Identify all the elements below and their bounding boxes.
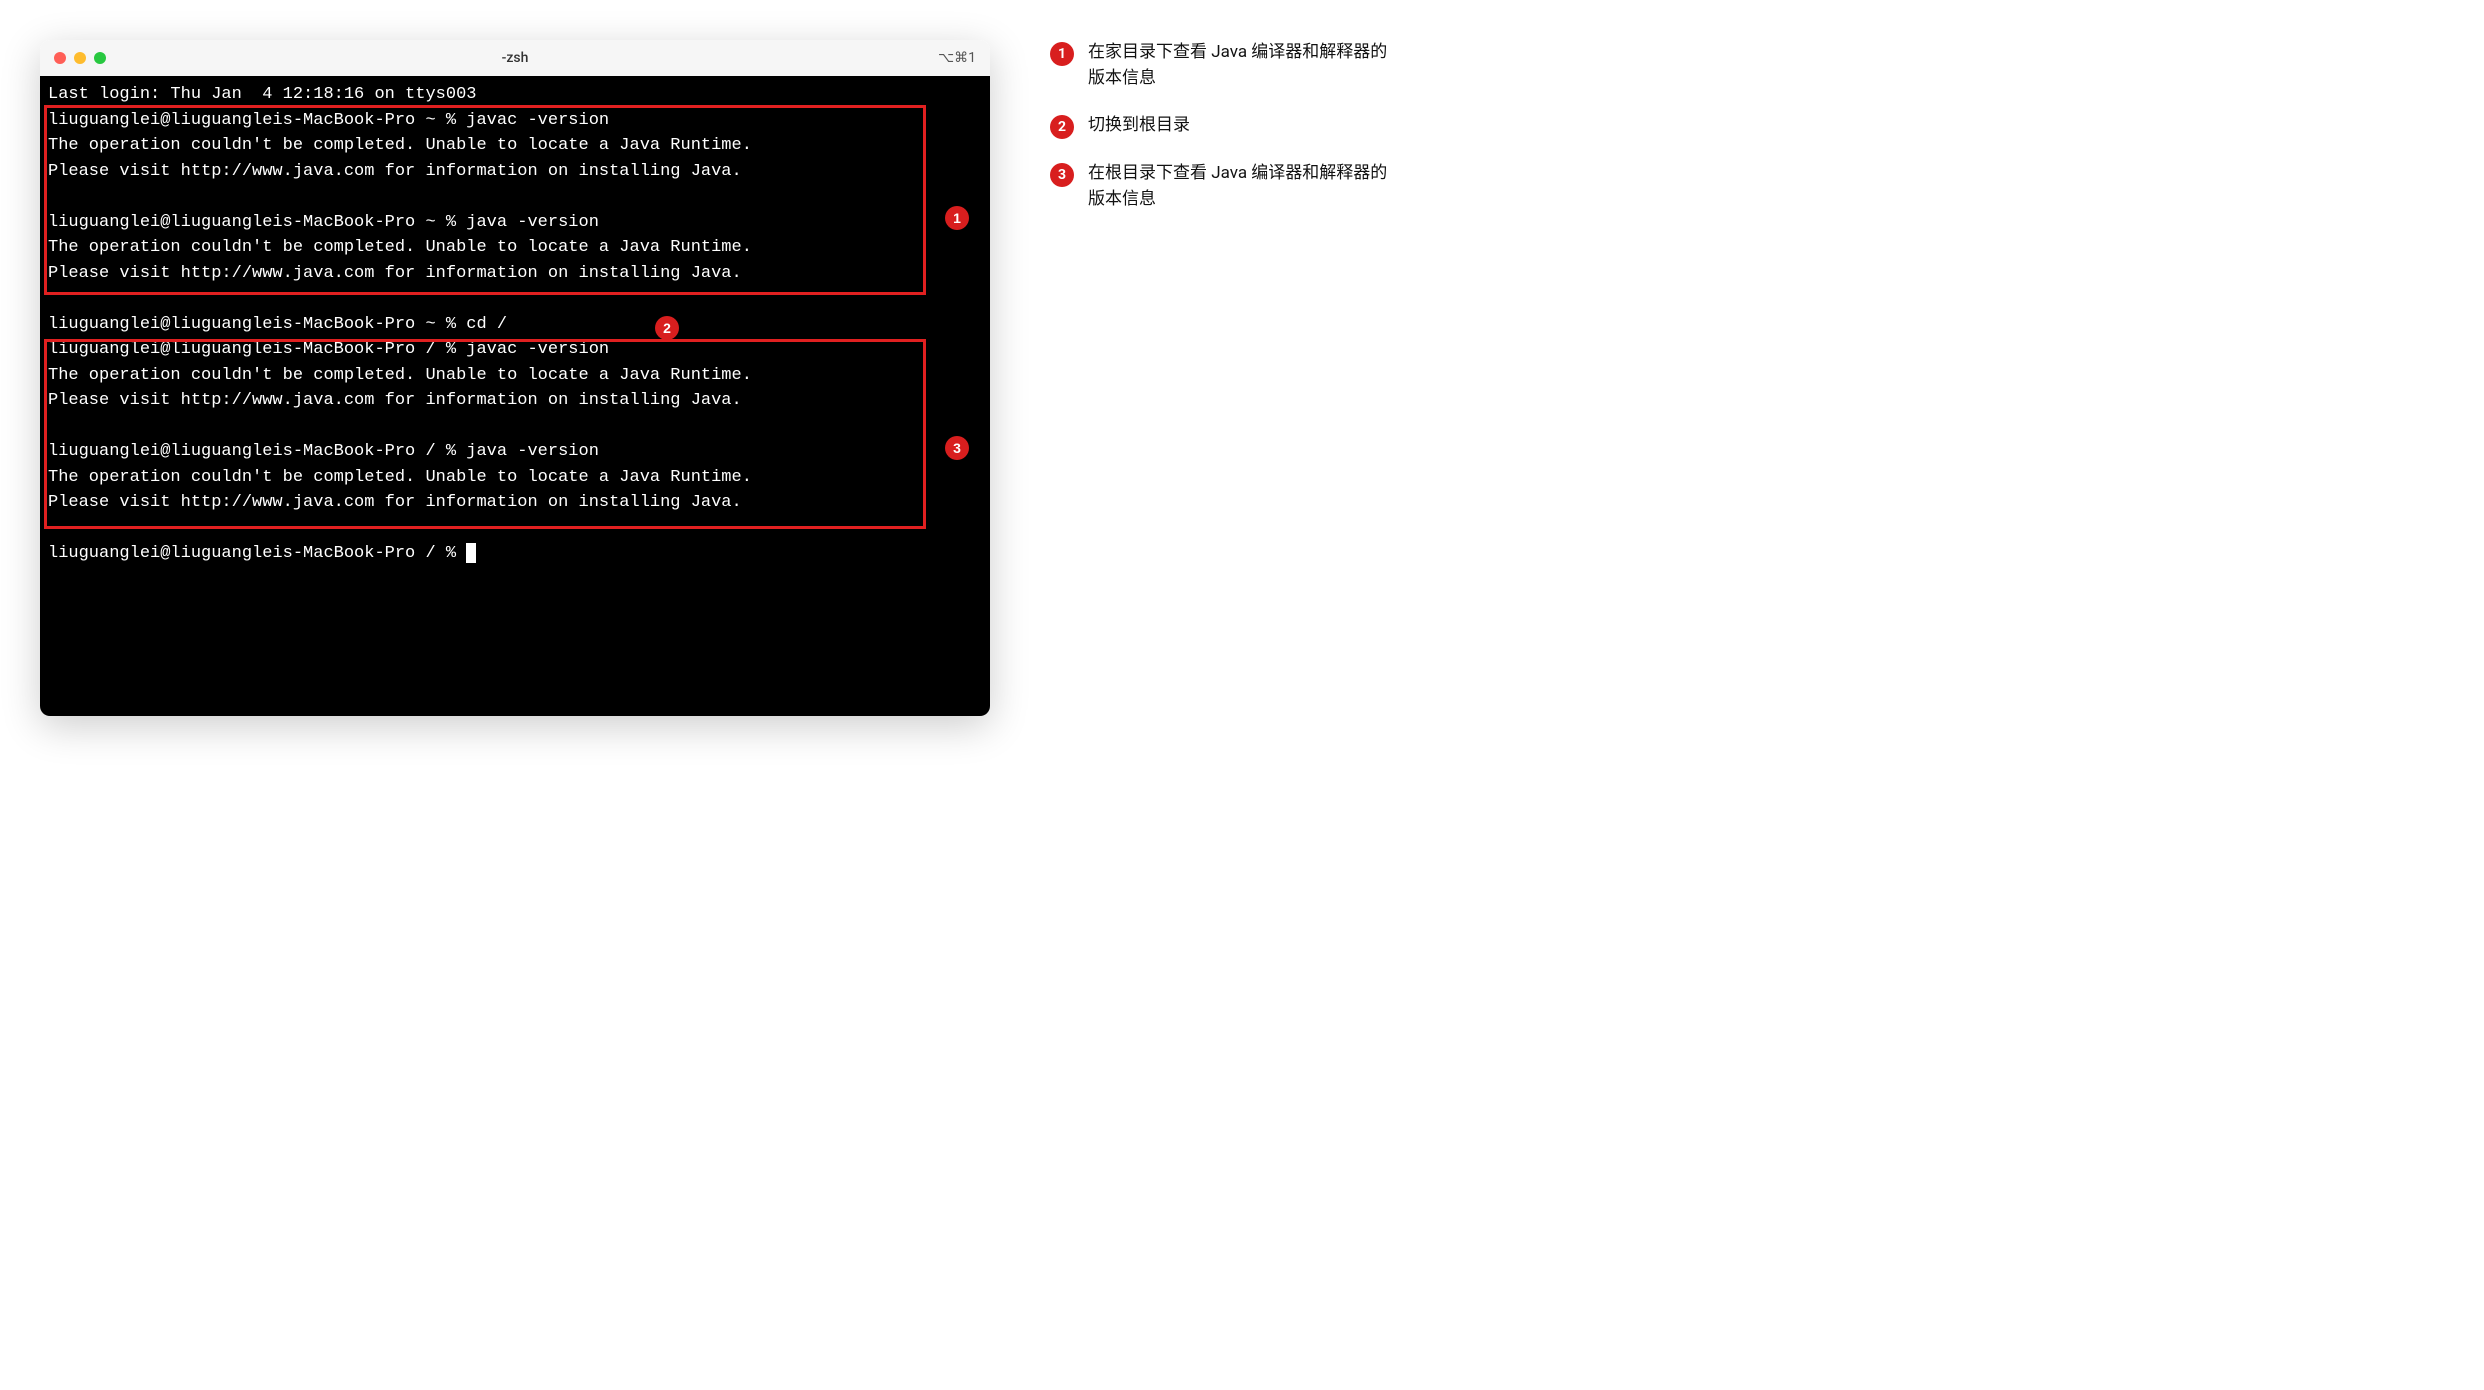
- terminal-line: liuguanglei@liuguangleis-MacBook-Pro ~ %…: [48, 312, 982, 338]
- annotation-text: 在家目录下查看 Java 编译器和解释器的版本信息: [1088, 40, 1390, 91]
- terminal-line: The operation couldn't be completed. Una…: [48, 235, 982, 261]
- annotation-marker-2: 2: [655, 316, 679, 340]
- annotation-marker-1: 1: [945, 206, 969, 230]
- minimize-icon[interactable]: [74, 52, 86, 64]
- terminal-line: liuguanglei@liuguangleis-MacBook-Pro / %…: [48, 439, 982, 465]
- annotation-legend: 1 在家目录下查看 Java 编译器和解释器的版本信息 2 切换到根目录 3 在…: [1050, 40, 1390, 234]
- terminal-line: [48, 184, 982, 210]
- terminal-line: The operation couldn't be completed. Una…: [48, 363, 982, 389]
- terminal-line: Please visit http://www.java.com for inf…: [48, 490, 982, 516]
- terminal-window: -zsh ⌥⌘1 Last login: Thu Jan 4 12:18:16 …: [40, 40, 990, 716]
- annotation-item: 2 切换到根目录: [1050, 113, 1390, 139]
- terminal-line: liuguanglei@liuguangleis-MacBook-Pro ~ %…: [48, 108, 982, 134]
- window-title: -zsh: [502, 50, 529, 66]
- terminal-line: Please visit http://www.java.com for inf…: [48, 159, 982, 185]
- terminal-line: [48, 286, 982, 312]
- annotation-text: 在根目录下查看 Java 编译器和解释器的版本信息: [1088, 161, 1390, 212]
- terminal-line: Last login: Thu Jan 4 12:18:16 on ttys00…: [48, 82, 982, 108]
- maximize-icon[interactable]: [94, 52, 106, 64]
- terminal-line: The operation couldn't be completed. Una…: [48, 133, 982, 159]
- terminal-line: [48, 414, 982, 440]
- terminal-prompt-line: liuguanglei@liuguangleis-MacBook-Pro / %: [48, 541, 982, 567]
- annotation-item: 1 在家目录下查看 Java 编译器和解释器的版本信息: [1050, 40, 1390, 91]
- terminal-line: liuguanglei@liuguangleis-MacBook-Pro / %…: [48, 337, 982, 363]
- traffic-lights: [54, 52, 106, 64]
- terminal-line: Please visit http://www.java.com for inf…: [48, 261, 982, 287]
- terminal-line: Please visit http://www.java.com for inf…: [48, 388, 982, 414]
- cursor-icon: [466, 543, 476, 563]
- annotation-badge: 1: [1050, 42, 1074, 66]
- window-titlebar: -zsh ⌥⌘1: [40, 40, 990, 76]
- terminal-body[interactable]: Last login: Thu Jan 4 12:18:16 on ttys00…: [40, 76, 990, 716]
- terminal-line: [48, 516, 982, 542]
- annotation-badge: 2: [1050, 115, 1074, 139]
- annotation-badge: 3: [1050, 163, 1074, 187]
- terminal-line: liuguanglei@liuguangleis-MacBook-Pro ~ %…: [48, 210, 982, 236]
- annotation-text: 切换到根目录: [1088, 113, 1190, 139]
- close-icon[interactable]: [54, 52, 66, 64]
- annotation-marker-3: 3: [945, 436, 969, 460]
- annotation-item: 3 在根目录下查看 Java 编译器和解释器的版本信息: [1050, 161, 1390, 212]
- terminal-prompt: liuguanglei@liuguangleis-MacBook-Pro / %: [48, 544, 466, 563]
- terminal-line: The operation couldn't be completed. Una…: [48, 465, 982, 491]
- window-shortcut: ⌥⌘1: [938, 50, 976, 66]
